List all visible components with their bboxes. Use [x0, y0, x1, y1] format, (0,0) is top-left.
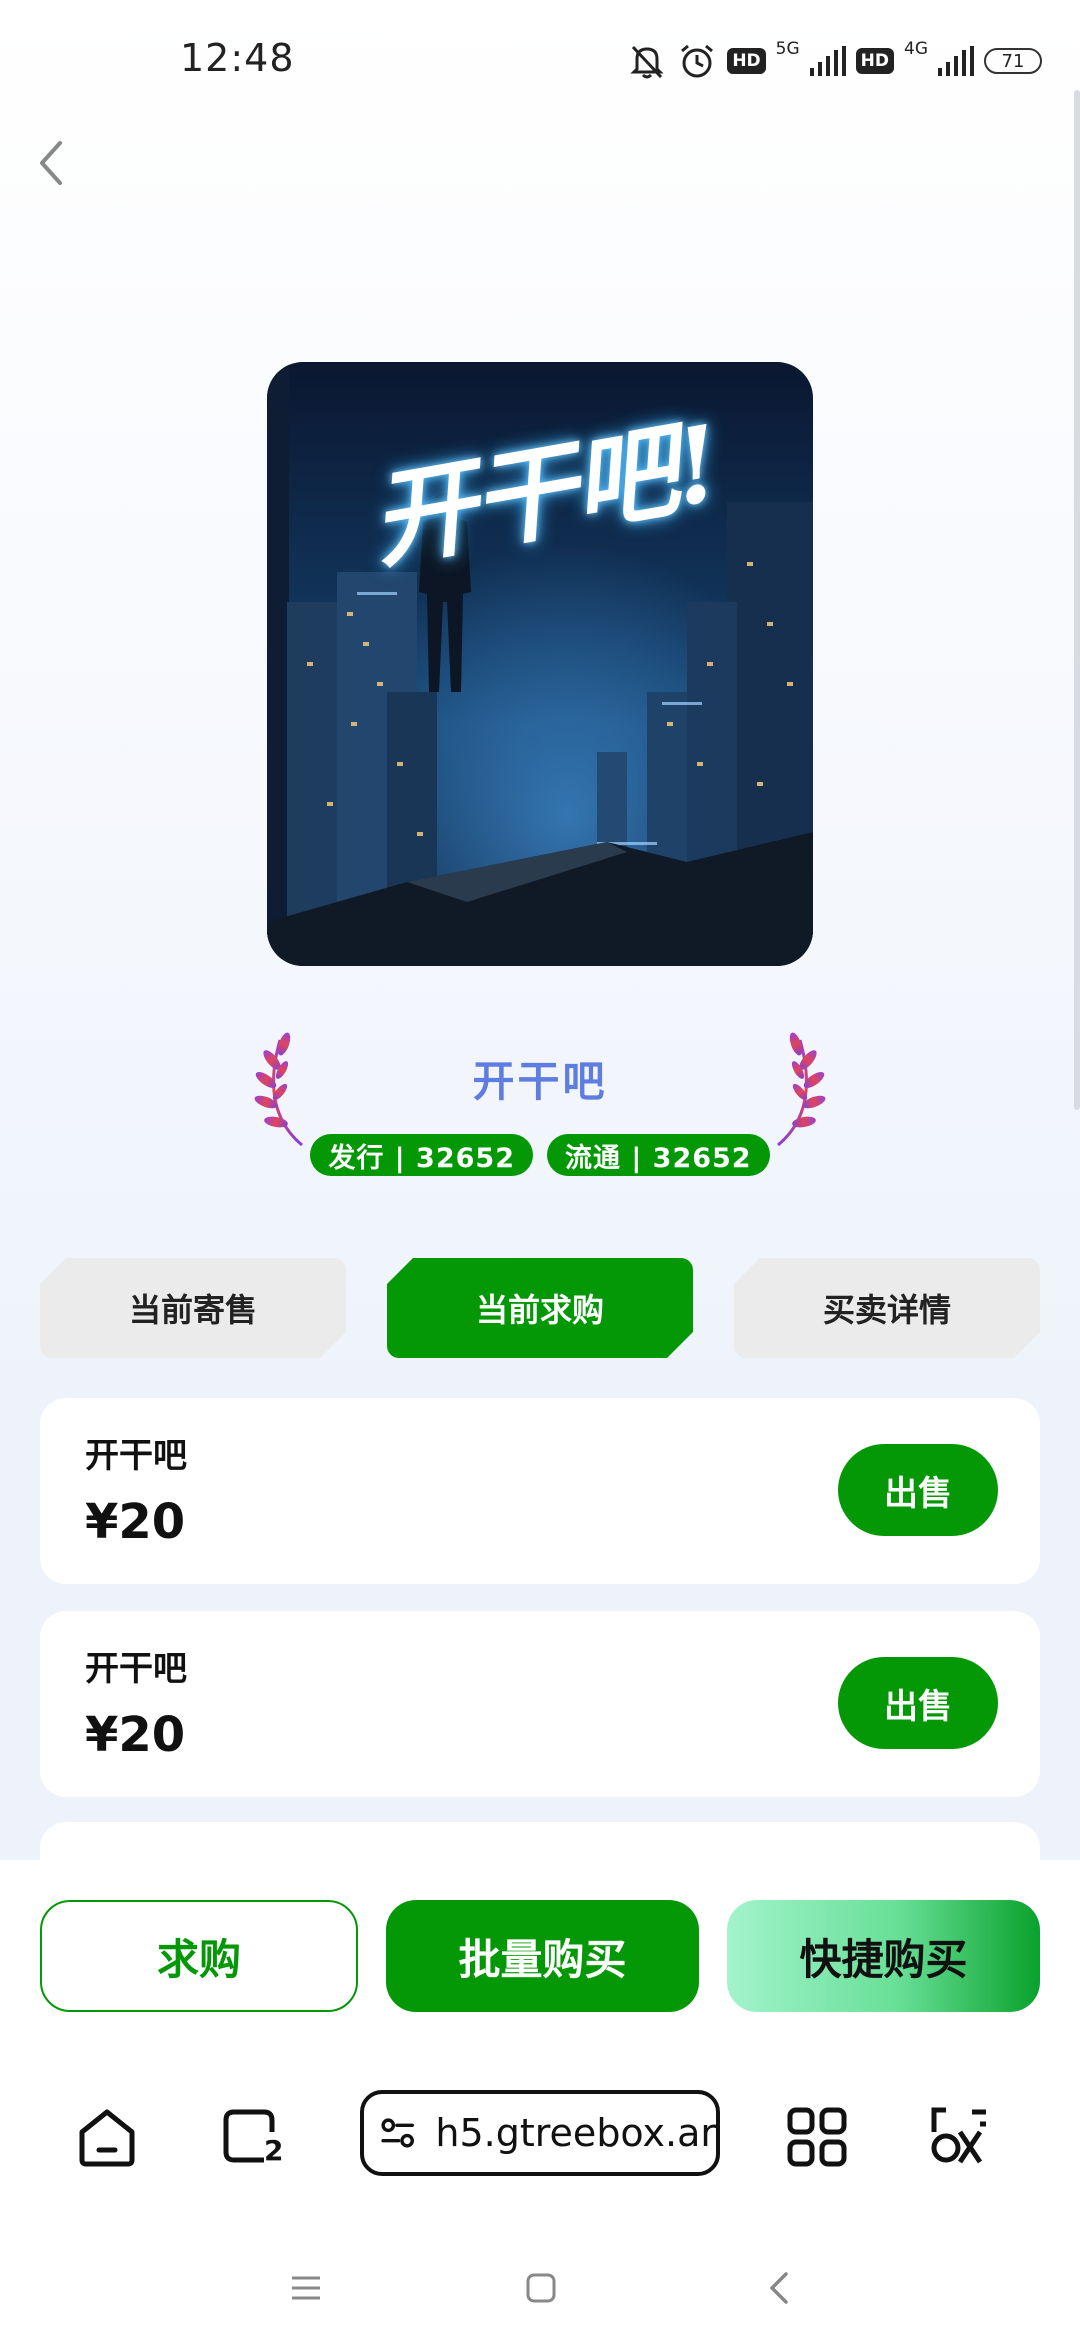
- back-nav-icon[interactable]: [766, 2270, 790, 2306]
- tab-count: 2: [264, 2134, 284, 2167]
- signal-icon-2: [938, 46, 974, 76]
- url-text: h5.gtreebox.ar: [435, 2111, 716, 2155]
- listing-name: 开干吧: [85, 1649, 187, 1689]
- nft-cover-image[interactable]: 开干吧!: [267, 362, 813, 966]
- issue-count-badge: 发行 | 32652: [310, 1134, 533, 1176]
- tab-trade-details[interactable]: 买卖详情: [734, 1258, 1040, 1358]
- sell-button[interactable]: 出售: [838, 1657, 998, 1749]
- scroll-indicator: [1074, 90, 1080, 1110]
- tabs-icon[interactable]: 2: [218, 2102, 288, 2172]
- network-5g-label: 5G: [775, 39, 800, 59]
- home-icon[interactable]: [72, 2102, 142, 2172]
- browser-toolbar: 2 h5.gtreebox.ar: [0, 2052, 1080, 2222]
- status-bar: 12:48 HD 5G HD 4G 71: [0, 0, 1080, 125]
- battery-level: 71: [1001, 50, 1025, 72]
- status-icons: HD 5G HD 4G 71: [627, 38, 1042, 84]
- battery-icon: 71: [984, 48, 1042, 74]
- address-bar[interactable]: h5.gtreebox.ar: [360, 2090, 720, 2176]
- hd-badge: HD: [727, 48, 766, 74]
- circulation-count-badge: 流通 | 32652: [547, 1134, 770, 1176]
- hd-badge-2: HD: [855, 48, 894, 74]
- listing-name: 开干吧: [85, 1436, 187, 1476]
- menu-icon[interactable]: [924, 2102, 994, 2172]
- quick-buy-button[interactable]: 快捷购买: [727, 1900, 1040, 2012]
- alarm-icon: [681, 44, 714, 78]
- nft-title: 开干吧: [472, 1057, 608, 1106]
- recent-apps-icon[interactable]: [290, 2274, 322, 2302]
- market-tabs: 当前寄售 当前求购 买卖详情: [40, 1258, 1040, 1358]
- bulk-buy-button[interactable]: 批量购买: [386, 1900, 699, 2012]
- signal-icon: [809, 46, 846, 76]
- sell-button[interactable]: 出售: [838, 1444, 998, 1536]
- site-settings-icon[interactable]: [378, 2110, 417, 2156]
- network-4g-label: 4G: [904, 39, 928, 59]
- list-item: 开干吧 ¥20 出售: [40, 1398, 1040, 1584]
- tab-current-consignment[interactable]: 当前寄售: [40, 1258, 346, 1358]
- home-nav-icon[interactable]: [525, 2272, 557, 2304]
- listing-price: ¥20: [85, 1494, 186, 1550]
- listing-price: ¥20: [85, 1707, 186, 1763]
- supply-badges: 发行 | 32652 流通 | 32652: [0, 1134, 1080, 1176]
- bottom-action-bar: 求购 批量购买 快捷购买: [0, 1860, 1080, 2052]
- list-item: 开干吧 ¥20 出售: [40, 1611, 1040, 1797]
- want-to-buy-button[interactable]: 求购: [40, 1900, 358, 2012]
- tab-current-want-to-buy[interactable]: 当前求购: [387, 1258, 693, 1358]
- bell-off-icon: [630, 45, 664, 79]
- back-button[interactable]: [30, 135, 74, 191]
- system-navigation-bar: [0, 2222, 1080, 2340]
- status-time: 12:48: [180, 36, 295, 80]
- apps-grid-icon[interactable]: [782, 2102, 852, 2172]
